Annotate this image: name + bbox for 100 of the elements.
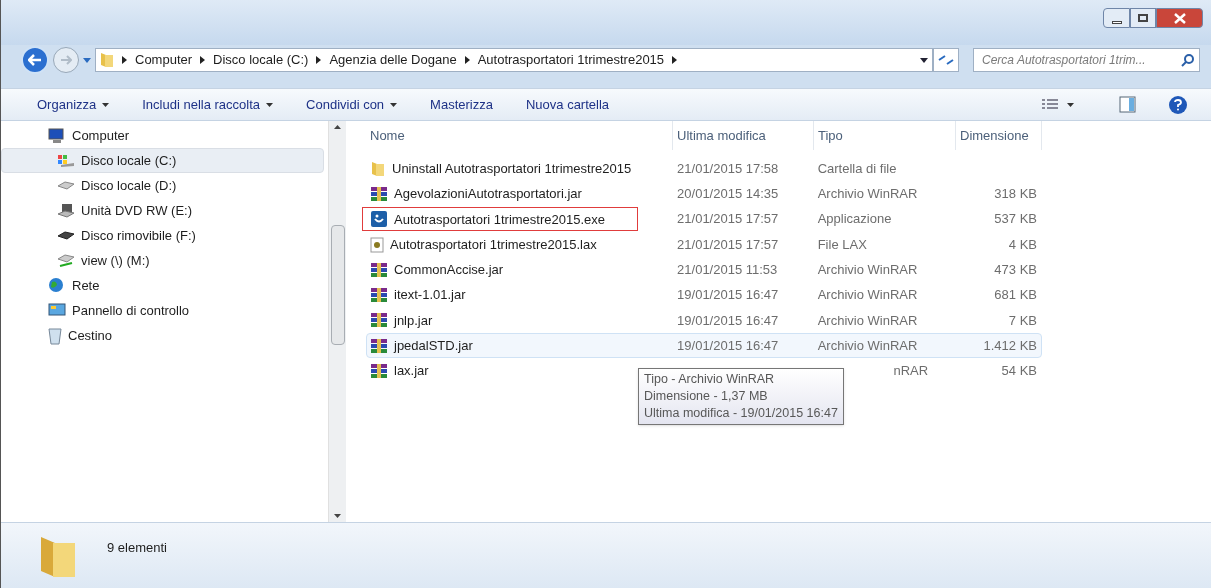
sidebar-item[interactable]: Disco locale (D:) — [1, 173, 324, 198]
search-icon — [1181, 53, 1195, 67]
chevron-right-icon — [200, 56, 206, 64]
close-icon — [1173, 12, 1186, 24]
refresh-icon — [938, 54, 954, 66]
file-name: CommonAccise.jar — [394, 261, 504, 280]
sidebar-item[interactable]: Cestino — [1, 323, 324, 348]
file-type: Cartella di file — [817, 160, 897, 176]
file-name: Autotrasportatori 1trimestre2015.lax — [390, 235, 597, 254]
file-type: Archivio WinRAR — [817, 262, 918, 278]
sidebar-item[interactable]: Unità DVD RW (E:) — [1, 198, 324, 223]
scrollbar[interactable] — [328, 121, 346, 522]
item-count: 9 elementi — [107, 539, 167, 557]
file-size: 1.412 KB — [983, 337, 1037, 353]
modified-date: 21/01/2015 17:58 — [677, 160, 779, 176]
column-header[interactable]: Ultima modifica — [673, 121, 814, 150]
breadcrumb[interactable]: Agenzia delle Dogane — [329, 50, 457, 70]
application-icon — [370, 210, 388, 229]
folder-icon — [100, 52, 114, 68]
sidebar-item[interactable]: Computer — [1, 123, 324, 148]
file-name: itext-1.01.jar — [394, 286, 466, 305]
column-header[interactable]: Dimensione — [956, 121, 1042, 150]
modified-date: 21/01/2015 11:53 — [677, 262, 778, 278]
sidebar-item[interactable]: Disco locale (C:) — [1, 148, 324, 173]
maximize-icon — [1138, 14, 1148, 22]
chevron-right-icon — [672, 56, 678, 64]
file-name: jpedalSTD.jar — [394, 337, 473, 355]
address-bar[interactable]: Computer Disco locale (C:) Agenzia delle Dogane Autotrasportatori 1trimestre2015 — [95, 48, 933, 72]
toolbar-button[interactable]: Condividi con — [306, 94, 398, 115]
file-size: 537 KB — [994, 211, 1037, 227]
file-size: 318 KB — [994, 186, 1037, 202]
arrow-right-icon — [60, 55, 72, 65]
column-header[interactable]: Nome — [366, 121, 673, 150]
file-name: Autotrasportatori 1trimestre2015.exe — [394, 210, 605, 229]
modified-date: 21/01/2015 17:57 — [677, 236, 779, 252]
file-type: Archivio WinRAR — [817, 287, 918, 303]
file-type: Archivio WinRAR — [817, 312, 918, 328]
sidebar-item[interactable]: Rete — [1, 273, 324, 298]
file-name: lax.jar — [394, 362, 429, 381]
back-button[interactable] — [21, 46, 49, 74]
maximize-button[interactable] — [1130, 8, 1156, 28]
archive-icon — [370, 185, 388, 202]
computer-icon — [48, 127, 66, 144]
column-header[interactable]: Tipo — [814, 121, 956, 150]
file-size: 4 KB — [1008, 236, 1037, 252]
caret-icon — [1067, 102, 1074, 107]
chevron-right-icon — [122, 56, 127, 64]
file-size: 7 KB — [1008, 312, 1037, 328]
sidebar-item[interactable]: Disco rimovibile (F:) — [1, 223, 324, 248]
drive-icon — [57, 230, 75, 241]
minimize-icon — [1111, 20, 1122, 24]
drive-icon — [57, 153, 75, 168]
tooltip-line: Ultima modifica - 19/01/2015 16:47 — [644, 405, 838, 422]
help-button[interactable] — [1169, 95, 1187, 114]
breadcrumb[interactable]: Disco locale (C:) — [213, 50, 309, 70]
refresh-button[interactable] — [933, 48, 959, 72]
file-size: 681 KB — [994, 287, 1037, 303]
drive-icon — [57, 180, 75, 191]
tooltip-line: Dimensione - 1,37 MB — [644, 388, 769, 405]
sidebar-item[interactable]: Pannello di controllo — [1, 298, 324, 323]
scroll-thumb[interactable] — [330, 225, 345, 345]
file-icon — [370, 236, 384, 253]
details-view-icon — [1041, 97, 1059, 112]
network-drive-icon — [57, 253, 75, 268]
archive-icon — [370, 363, 388, 380]
archive-icon — [370, 287, 388, 304]
toolbar-button[interactable]: Masterizza — [430, 94, 493, 115]
breadcrumb[interactable]: Computer — [135, 50, 193, 70]
file-type: nRAR — [893, 363, 929, 379]
file-row[interactable]: jpedalSTD.jar 19/01/2015 16:47 Archivio WinRAR 1.412 KB — [366, 333, 1042, 359]
modified-date: 20/01/2015 14:35 — [677, 186, 779, 202]
modified-date: 19/01/2015 16:47 — [677, 287, 779, 303]
file-name: jnlp.jar — [394, 311, 433, 330]
toolbar-button[interactable]: Nuova cartella — [525, 94, 610, 115]
breadcrumb[interactable]: Autotrasportatori 1trimestre2015 — [477, 50, 665, 70]
sidebar-item[interactable]: view (\) (M:) — [1, 248, 324, 273]
file-size: 473 KB — [994, 262, 1037, 278]
modified-date: 21/01/2015 17:57 — [677, 211, 779, 227]
minimize-button[interactable] — [1103, 8, 1130, 28]
file-name: Uninstall Autotrasportatori 1trimestre2015 — [392, 159, 632, 178]
file-type: Archivio WinRAR — [817, 186, 918, 202]
search-field[interactable]: Cerca Autotrasportatori 1trim... — [973, 48, 1200, 72]
chevron-right-icon — [464, 56, 470, 64]
toolbar-button[interactable]: Includi nella raccolta — [142, 94, 274, 115]
folder-icon — [39, 535, 77, 579]
recycle-bin-icon — [48, 326, 62, 345]
disc-drive-icon — [57, 202, 75, 219]
view-options-button[interactable] — [1041, 97, 1074, 112]
help-icon — [1174, 98, 1182, 111]
file-type: Applicazione — [817, 211, 892, 227]
globe-icon — [48, 276, 66, 295]
control-panel-icon — [48, 302, 66, 319]
modified-date: 19/01/2015 16:47 — [677, 337, 779, 353]
toolbar-button[interactable]: Organizza — [37, 94, 110, 115]
preview-pane-icon — [1119, 96, 1136, 113]
folder-icon — [370, 160, 386, 177]
close-button[interactable] — [1156, 8, 1203, 28]
scroll-down-icon — [334, 514, 341, 518]
dropdown-arrow-icon — [920, 57, 928, 63]
file-size: 54 KB — [1001, 363, 1037, 379]
